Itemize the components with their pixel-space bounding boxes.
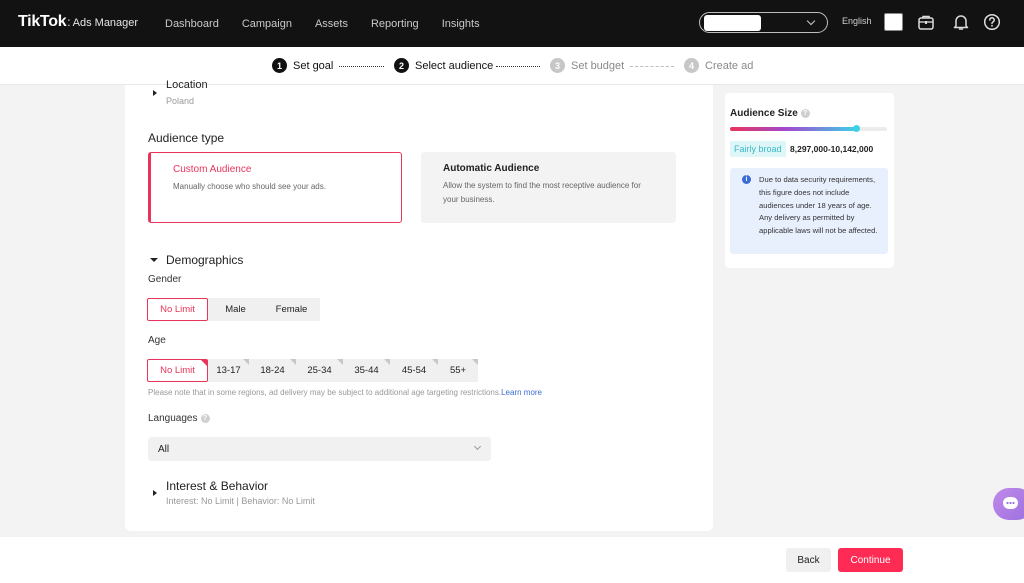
brand-separator: : [67,15,71,29]
age-option-label: No Limit [160,365,195,376]
automatic-audience-title: Automatic Audience [443,163,540,174]
step-label: Set budget [571,59,625,72]
interest-behavior-title[interactable]: Interest & Behavior [166,479,268,493]
age-option-label: 45-54 [401,365,427,376]
collapse-demographics-icon[interactable] [150,258,158,262]
step-set-goal[interactable]: 1 Set goal [272,58,333,73]
audience-size-title: Audience Size [730,108,798,119]
step-number: 2 [394,58,409,73]
languages-label: Languages [148,413,198,424]
expand-interest-icon[interactable] [153,490,157,496]
profile-avatar[interactable] [884,13,903,31]
question-icon[interactable]: ? [800,109,810,118]
age-label: Age [148,335,166,346]
gender-label: Gender [148,274,182,285]
step-connector [496,66,540,67]
automatic-audience-option[interactable]: Automatic Audience Allow the system to f… [421,152,676,223]
bottom-action-bar: Back Continue [0,537,1024,583]
help-icon[interactable] [983,13,1001,31]
brand-name: TikTok [18,13,67,30]
chat-support-button[interactable] [993,488,1024,520]
automatic-audience-desc: Allow the system to find the most recept… [443,181,641,204]
age-option-35-44[interactable]: 35-44 [343,359,390,382]
audience-size-meter-indicator [852,125,860,132]
location-value: Poland [166,96,195,106]
gender-selector: No Limit Male Female [147,298,320,321]
languages-label-row: Languages? [148,413,210,424]
tiktok-ads-manager-logo[interactable]: TikTok : Ads Manager [18,13,138,31]
age-selector: No Limit 13-17 18-24 25-34 35-44 45-54 5… [147,359,478,382]
nav-assets[interactable]: Assets [315,18,348,30]
audience-size-meter-fill [730,127,856,131]
audience-size-info-text: Due to data security requirements, this … [759,175,878,236]
step-label: Select audience [415,59,494,72]
step-label: Create ad [705,59,754,72]
languages-dropdown[interactable]: All [148,437,491,461]
audience-size-panel: Audience Size? Fairly broad 8,297,000-10… [725,93,894,268]
nav-reporting[interactable]: Reporting [371,18,419,30]
languages-value: All [158,444,170,455]
age-option-45-54[interactable]: 45-54 [390,359,438,382]
continue-button[interactable]: Continue [838,548,903,572]
age-option-label: 18-24 [260,365,285,376]
brand-subtitle: Ads Manager [72,17,139,29]
age-option-label: 25-34 [307,365,332,376]
step-connector [630,66,674,67]
step-set-budget: 3 Set budget [550,58,624,73]
bell-icon[interactable] [952,13,970,31]
info-icon: i [742,175,751,184]
age-option-no-limit[interactable]: No Limit [147,359,208,382]
age-option-label: 13-17 [216,365,241,376]
age-restriction-note: Please note that in some regions, ad del… [148,388,542,397]
audience-size-title-row: Audience Size? [730,108,810,119]
gender-option-male[interactable]: Male [208,298,263,321]
audience-size-info-box: i Due to data security requirements, thi… [730,168,888,254]
audience-type-title: Audience type [148,131,225,145]
custom-audience-option[interactable]: Custom Audience Manually choose who shou… [148,152,402,223]
gender-option-female[interactable]: Female [263,298,320,321]
age-option-18-24[interactable]: 18-24 [249,359,296,382]
progress-stepper: 1 Set goal 2 Select audience 3 Set budge… [0,47,1024,85]
nav-insights[interactable]: Insights [442,18,480,30]
language-switcher[interactable]: English [842,16,872,26]
demographics-title: Demographics [166,253,244,267]
age-option-label: 55+ [449,365,467,376]
age-option-25-34[interactable]: 25-34 [296,359,343,382]
custom-audience-title: Custom Audience [173,164,252,175]
question-icon[interactable]: ? [200,414,210,423]
location-title: Location [166,79,208,91]
age-note-text: Please note that in some regions, ad del… [148,388,502,397]
step-label: Set goal [293,59,334,72]
back-button[interactable]: Back [786,548,831,572]
nav-campaign[interactable]: Campaign [242,18,292,30]
chevron-down-icon [806,16,816,26]
audience-settings-card: Location Poland Audience type Custom Aud… [125,79,713,531]
step-connector [339,66,384,67]
top-nav-bar: TikTok : Ads Manager Dashboard Campaign … [0,0,1024,47]
age-option-13-17[interactable]: 13-17 [208,359,249,382]
account-name-redacted [704,15,761,31]
audience-size-range: 8,297,000-10,142,000 [790,144,874,154]
chat-dots-icon [1006,502,1015,504]
briefcase-icon[interactable] [917,13,935,31]
audience-breadth-badge: Fairly broad [730,141,786,157]
nav-dashboard[interactable]: Dashboard [165,18,219,30]
learn-more-link[interactable]: Learn more [501,388,542,397]
step-select-audience[interactable]: 2 Select audience [394,58,493,73]
step-number: 4 [684,58,699,73]
main-nav: Dashboard Campaign Assets Reporting Insi… [165,0,503,47]
account-selector[interactable] [699,12,828,33]
chevron-down-icon [473,442,482,451]
age-option-55-plus[interactable]: 55+ [438,359,478,382]
step-number: 1 [272,58,287,73]
interest-behavior-summary: Interest: No Limit | Behavior: No Limit [166,496,315,506]
age-option-label: 35-44 [354,365,379,376]
step-number: 3 [550,58,565,73]
custom-audience-desc: Manually choose who should see your ads. [173,182,326,191]
audience-size-meter [730,125,887,132]
gender-option-no-limit[interactable]: No Limit [147,298,208,321]
expand-location-icon[interactable] [153,90,157,96]
step-create-ad: 4 Create ad [684,58,753,73]
